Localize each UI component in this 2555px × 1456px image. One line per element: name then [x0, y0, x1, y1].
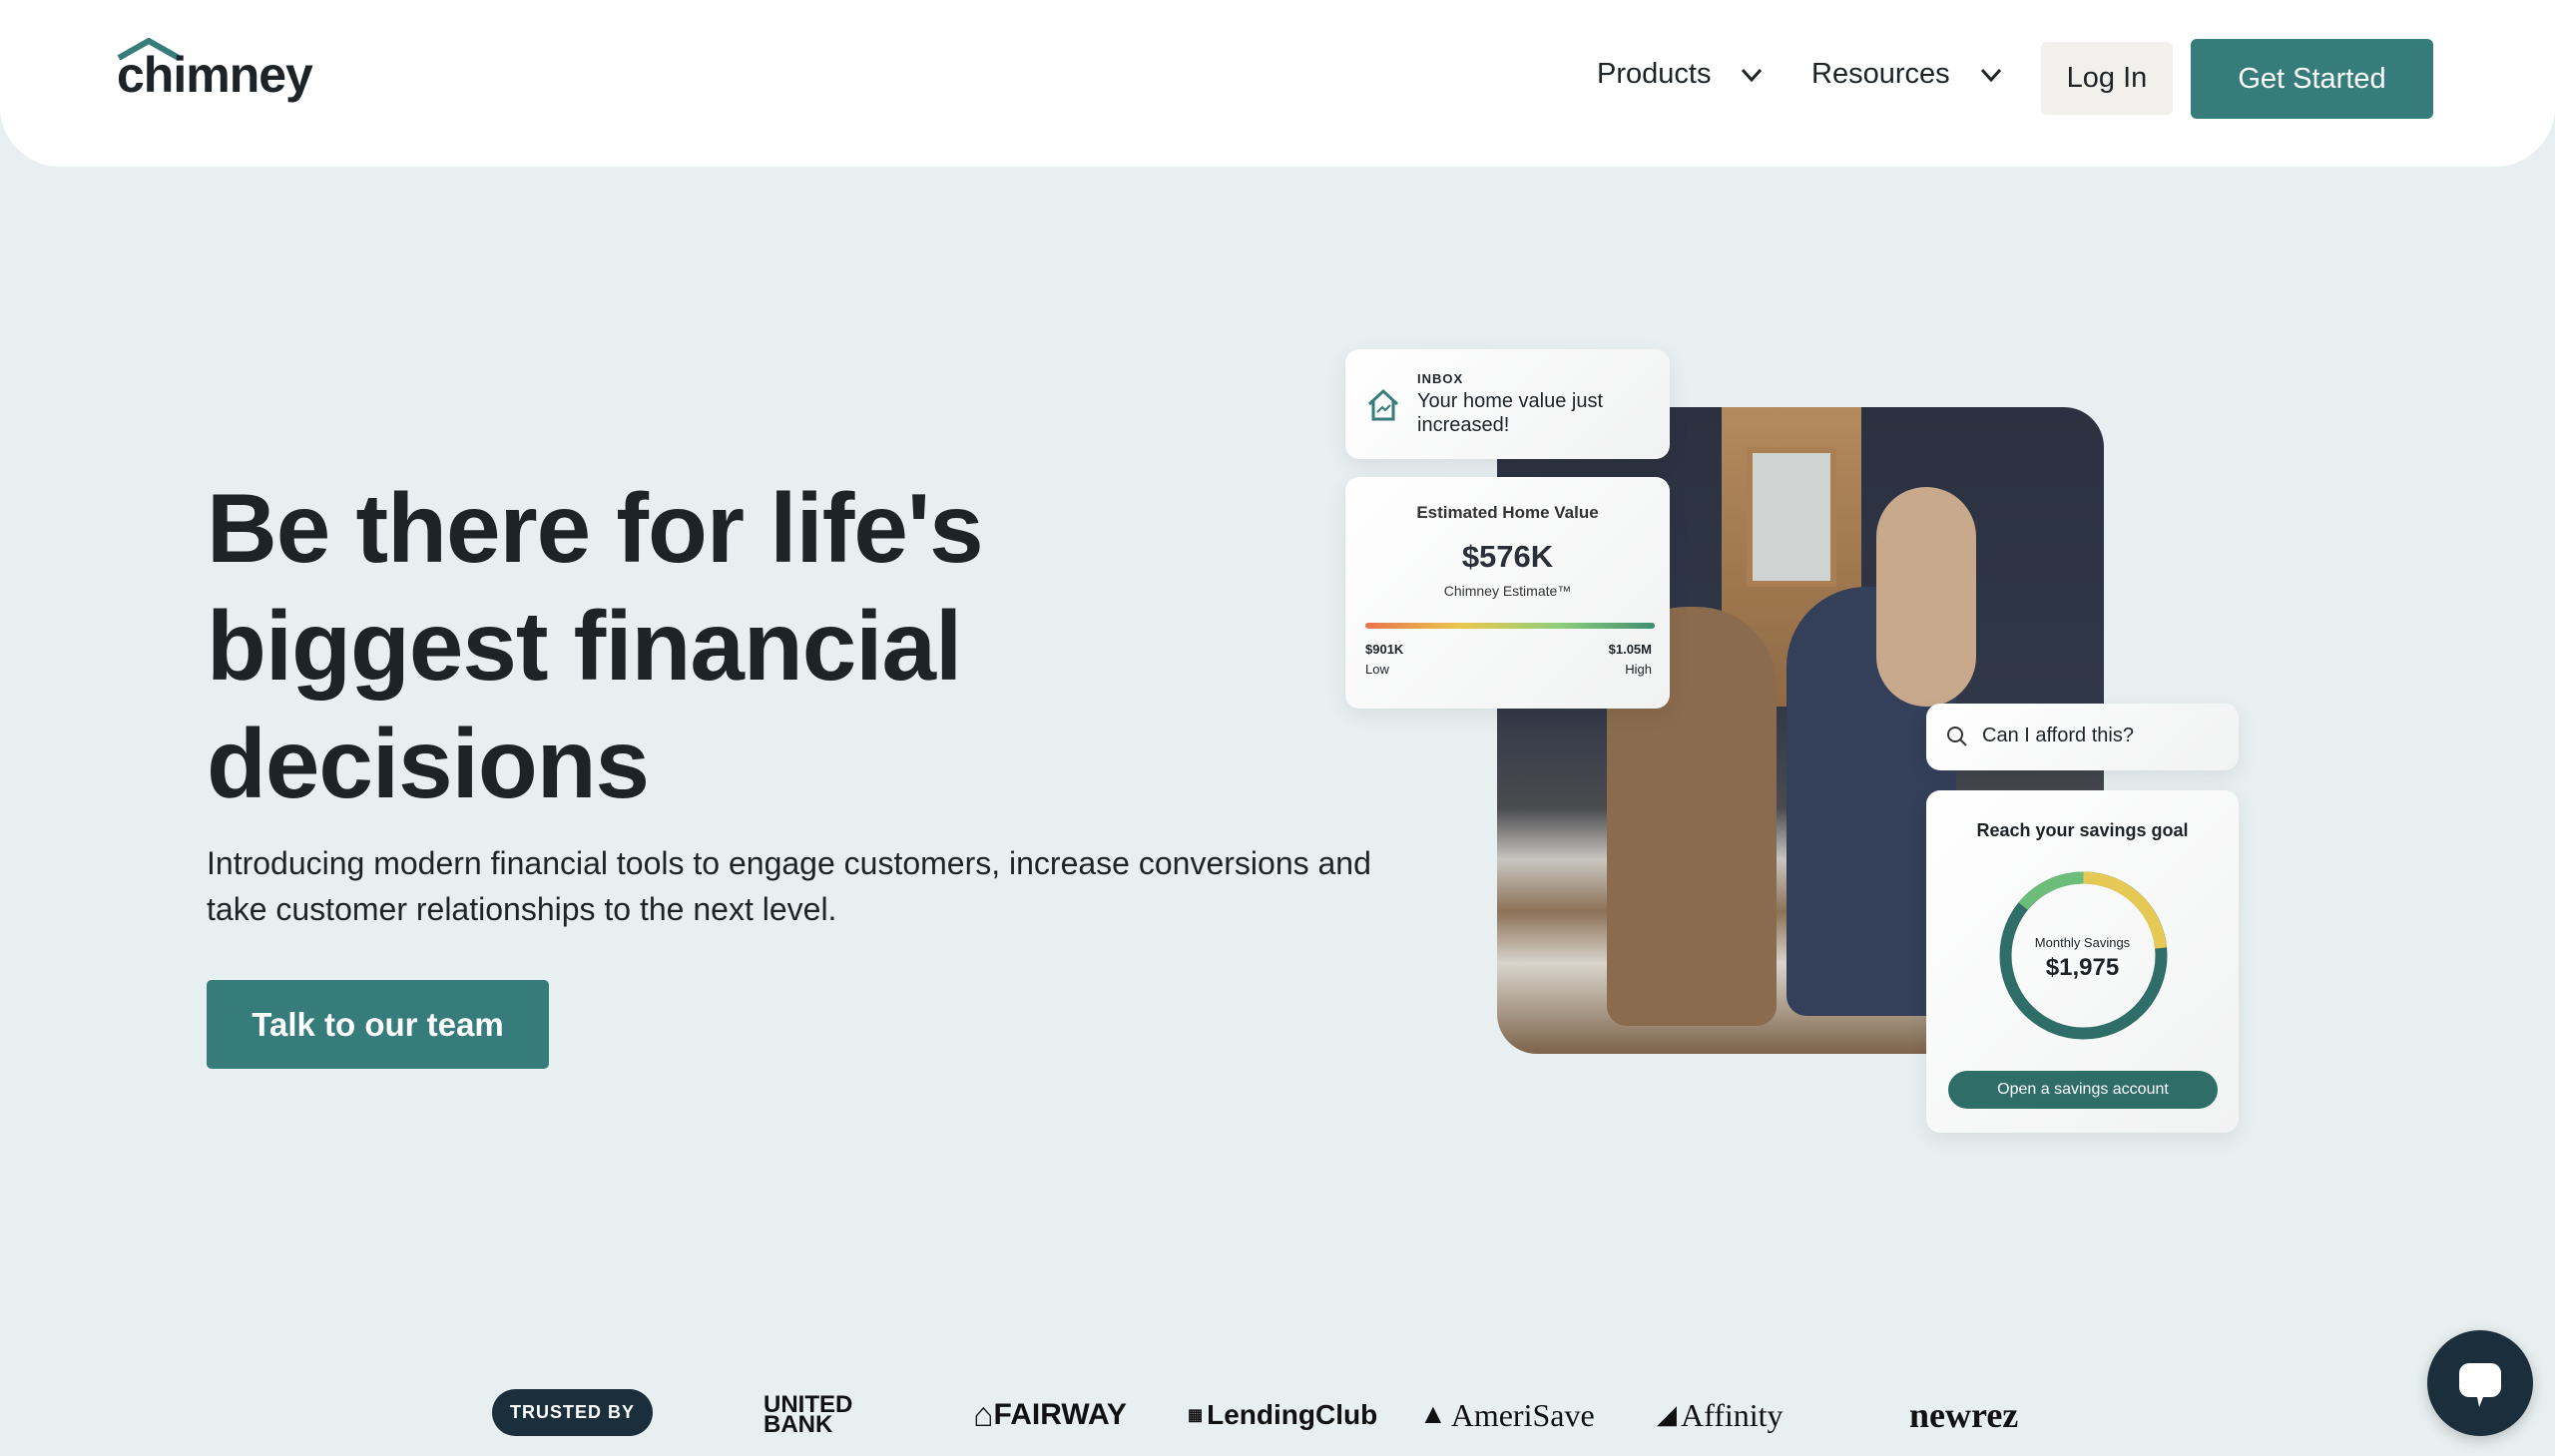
fairway-text: FAIRWAY	[993, 1398, 1127, 1431]
login-button[interactable]: Log In	[2041, 42, 2173, 115]
value-range-bar	[1365, 623, 1655, 629]
talk-to-team-button[interactable]: Talk to our team	[207, 980, 549, 1069]
open-savings-button[interactable]: Open a savings account	[1948, 1071, 2218, 1109]
affinity-text: Affinity	[1681, 1396, 1784, 1433]
affinity-logo: ◢ Affinity	[1657, 1396, 1784, 1433]
chat-bubble-icon	[2459, 1363, 2501, 1407]
inbox-notification-card: INBOX Your home value just increased!	[1345, 349, 1670, 459]
get-started-button[interactable]: Get Started	[2191, 39, 2433, 119]
amerisave-logo: ▲ AmeriSave	[1419, 1396, 1595, 1433]
home-value-title: Estimated Home Value	[1416, 503, 1599, 522]
hero-headline: Be there for life's biggest financial de…	[207, 473, 984, 818]
home-value-card: Estimated Home Value $576K Chimney Estim…	[1345, 477, 1670, 709]
search-icon	[1947, 727, 1967, 746]
high-value: $1.05M	[1608, 642, 1652, 657]
logo-text: chimney	[117, 47, 313, 103]
estimate-label: Chimney Estimate™	[1443, 583, 1572, 599]
fairway-logo: ⌂ FAIRWAY	[973, 1395, 1127, 1434]
high-label: High	[1625, 662, 1652, 677]
united-bank-logo: UNITED BANK	[764, 1391, 853, 1438]
trusted-by-badge: TRUSTED BY	[492, 1389, 653, 1436]
nav-products-label: Products	[1597, 58, 1712, 90]
monthly-savings-value: $1,975	[2045, 954, 2120, 981]
nav-products[interactable]: Products	[1597, 58, 1765, 91]
home-value-amount: $576K	[1461, 539, 1554, 574]
inbox-message: Your home value just increased!	[1417, 390, 1604, 436]
amerisave-text: AmeriSave	[1450, 1396, 1595, 1433]
search-query: Can I afford this?	[1982, 725, 2134, 746]
low-label: Low	[1365, 662, 1389, 677]
chat-button[interactable]	[2427, 1330, 2533, 1436]
house-trend-icon	[1367, 388, 1399, 421]
hero-subtitle: Introducing modern financial tools to en…	[207, 845, 1371, 927]
search-card[interactable]: Can I afford this?	[1926, 704, 2239, 770]
lendingclub-text: LendingClub	[1207, 1399, 1378, 1430]
nav-resources-label: Resources	[1811, 58, 1950, 90]
chevron-down-icon	[1980, 68, 2001, 82]
lendingclub-logo: ▦ LendingClub	[1188, 1399, 1378, 1430]
low-value: $901K	[1365, 642, 1404, 657]
newrez-logo: newrez	[1909, 1395, 2019, 1435]
monthly-savings-label: Monthly Savings	[2034, 935, 2131, 950]
inbox-label: INBOX	[1417, 371, 1464, 386]
site-header: chimney Products Resources Log In Get St…	[0, 0, 2555, 167]
savings-title: Reach your savings goal	[1976, 820, 2189, 840]
savings-goal-card: Reach your savings goal Monthly Savings …	[1926, 790, 2239, 1133]
chimney-logo[interactable]: chimney	[117, 38, 313, 108]
chevron-down-icon	[1742, 68, 1763, 82]
nav-resources[interactable]: Resources	[1811, 58, 2004, 91]
